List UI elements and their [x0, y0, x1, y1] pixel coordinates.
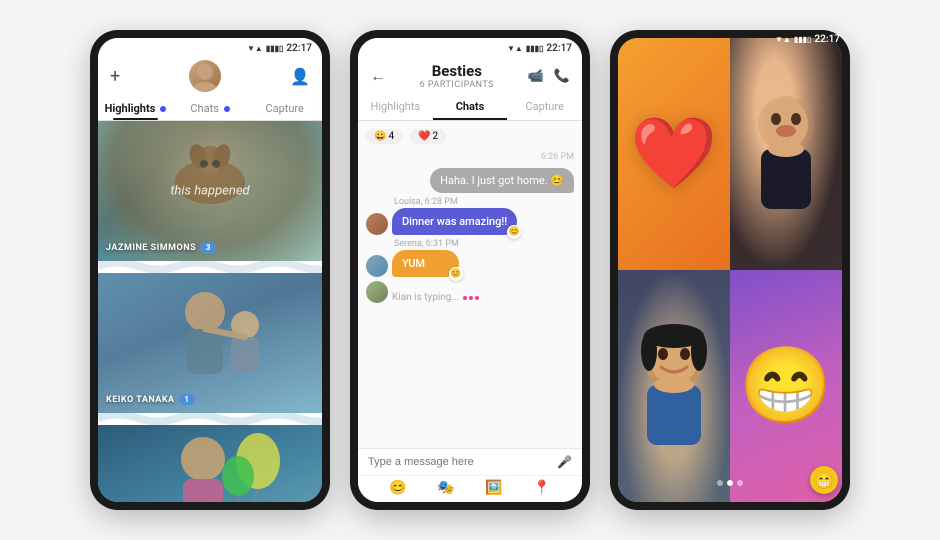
signal-icon-3: ▼▲	[775, 38, 791, 44]
nav-dot-1	[717, 480, 723, 486]
avatar-louisa	[366, 213, 388, 235]
reaction-button[interactable]: 😁	[810, 466, 838, 494]
signal-icon-2: ▼▲	[507, 44, 523, 53]
nav-dots	[717, 480, 743, 486]
chat-tabs: Highlights Chats Capture	[358, 94, 582, 121]
msg-meta-1: Louisa, 6:28 PM Dinner was amazing!! 😊	[392, 197, 517, 235]
cell-person-2	[618, 270, 730, 502]
react-badge-1: 😊	[507, 225, 521, 239]
smiley-icon: 😁	[739, 342, 832, 430]
contacts-icon[interactable]: 👤	[290, 67, 310, 86]
dot-2	[469, 296, 473, 300]
bubble-louisa: Dinner was amazing!!	[392, 208, 517, 235]
signal-icon-1: ▼▲	[247, 44, 263, 53]
tab-dot-highlights	[160, 106, 166, 112]
reaction-2[interactable]: ❤️ 2	[410, 129, 446, 144]
story-text-1: this happened	[170, 184, 249, 199]
msg-left-1: Louisa, 6:28 PM Dinner was amazing!! 😊	[366, 197, 517, 235]
phone-2: ▼▲ ▮▮▮▯ 22:17 ← Besties 6 PARTICIPANTS 📹…	[350, 30, 590, 510]
msg-right-1: Haha. I just got home. 😊	[430, 168, 574, 193]
emoji-button[interactable]: 😊	[389, 480, 406, 496]
sender-louisa: Louisa, 6:28 PM	[394, 197, 517, 207]
heart-icon: ❤️	[618, 38, 730, 270]
dot-3	[475, 296, 479, 300]
battery-icon-3: ▮▮▮▯	[794, 38, 812, 44]
header-actions: 📹 📞	[528, 69, 570, 84]
story-card-1[interactable]: this happened JAZMINE SIMMONS 3	[98, 121, 322, 261]
chat-messages: 😀 4 ❤️ 2 6:26 PM Haha. I just got home. …	[358, 121, 582, 448]
wave-divider-1	[98, 261, 322, 273]
tab2-capture[interactable]: Capture	[507, 94, 582, 120]
sticker-button[interactable]: 🎭	[437, 480, 454, 496]
time-3: 22:17	[814, 38, 840, 45]
dot-1	[463, 296, 467, 300]
phone1-topbar: + 👤	[98, 56, 322, 96]
status-bar-2: ▼▲ ▮▮▮▯ 22:17	[358, 38, 582, 56]
chat-header: ← Besties 6 PARTICIPANTS 📹 📞	[358, 56, 582, 94]
nav-dot-3	[737, 480, 743, 486]
typing-dots	[463, 296, 479, 300]
video-grid: ❤️	[618, 38, 842, 502]
tab2-chats[interactable]: Chats	[433, 94, 508, 120]
tab-capture[interactable]: Capture	[247, 96, 322, 120]
voice-call-icon[interactable]: 📞	[554, 69, 570, 84]
add-icon[interactable]: +	[110, 66, 120, 87]
message-time-1: 6:26 PM	[366, 152, 574, 162]
participant-count: 6 PARTICIPANTS	[394, 80, 520, 90]
msg-left-2: Serena, 6:31 PM YUM 😊	[366, 239, 459, 277]
message-input[interactable]	[368, 456, 551, 468]
story-count-1: 3	[200, 242, 216, 253]
story-card-3[interactable]: CERISSE KRAMER	[98, 425, 322, 502]
nav-dot-2	[727, 480, 733, 486]
phone1-tabs: Highlights Chats Capture	[98, 96, 322, 121]
location-button[interactable]: 📍	[533, 480, 550, 496]
person-photo-2	[618, 270, 730, 502]
video-call-icon[interactable]: 📹	[528, 69, 544, 84]
tab2-highlights[interactable]: Highlights	[358, 94, 433, 120]
cell-heart: ❤️	[618, 38, 730, 270]
image-button[interactable]: 🖼️	[485, 480, 502, 496]
story-feed: this happened JAZMINE SIMMONS 3	[98, 121, 322, 502]
tab-chats[interactable]: Chats	[173, 96, 248, 120]
avatar-kian	[366, 281, 388, 303]
mic-icon[interactable]: 🎤	[557, 455, 572, 469]
bubble-container-2: YUM 😊	[392, 250, 459, 277]
chat-input-area: 🎤	[358, 448, 582, 475]
tab-dot-chats	[224, 106, 230, 112]
tab-highlights[interactable]: Highlights	[98, 96, 173, 120]
phone-3: ▼▲ ▮▮▮▯ 22:17 ❤️	[610, 30, 850, 510]
typing-indicator: Kian is typing...	[392, 292, 479, 303]
battery-icon-2: ▮▮▮▯	[526, 44, 544, 53]
person-photo-1	[730, 38, 842, 270]
battery-icon-1: ▮▮▮▯	[266, 44, 284, 53]
back-button[interactable]: ←	[370, 66, 386, 86]
group-name: Besties	[394, 62, 520, 80]
sender-serena: Serena, 6:31 PM	[394, 239, 459, 249]
story-badge-1: JAZMINE SIMMONS 3	[106, 242, 216, 253]
avatar[interactable]	[189, 60, 221, 92]
group-title-area: Besties 6 PARTICIPANTS	[394, 62, 520, 90]
cell-person-1	[730, 38, 842, 270]
story-card-2[interactable]: KEIKO TANAKA 1	[98, 273, 322, 413]
reaction-1[interactable]: 😀 4	[366, 129, 402, 144]
typing-row: Kian is typing...	[366, 281, 479, 303]
react-badge-2: 😊	[449, 267, 463, 281]
msg-meta-2: Serena, 6:31 PM YUM 😊	[392, 239, 459, 277]
story-badge-2: KEIKO TANAKA 1	[106, 394, 195, 405]
bubble-right-1: Haha. I just got home. 😊	[430, 168, 574, 193]
reactions-row: 😀 4 ❤️ 2	[366, 129, 574, 144]
status-bar-1: ▼▲ ▮▮▮▯ 22:17	[98, 38, 322, 56]
chat-toolbar: 😊 🎭 🖼️ 📍	[358, 475, 582, 502]
time-2: 22:17	[546, 43, 572, 54]
status-bar-3: ▼▲ ▮▮▮▯ 22:17	[618, 38, 842, 47]
bubble-container-1: Dinner was amazing!! 😊	[392, 208, 517, 235]
story-count-2: 1	[179, 394, 195, 405]
time-1: 22:17	[286, 43, 312, 54]
avatar-serena	[366, 255, 388, 277]
wave-divider-2	[98, 413, 322, 425]
phone-1: ▼▲ ▮▮▮▯ 22:17 + 👤 Highlights Chats	[90, 30, 330, 510]
